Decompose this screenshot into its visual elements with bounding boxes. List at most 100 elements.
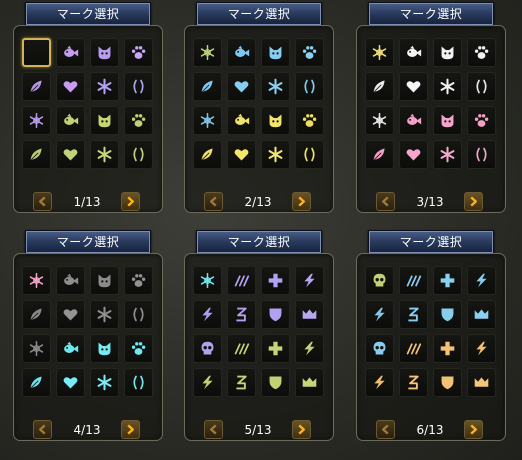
mark-cell[interactable] (227, 300, 256, 329)
mark-cell[interactable] (227, 38, 256, 67)
mark-cell[interactable] (261, 106, 290, 135)
mark-cell[interactable] (261, 368, 290, 397)
mark-cell[interactable] (433, 300, 462, 329)
mark-cell[interactable] (399, 140, 428, 169)
mark-cell[interactable] (433, 106, 462, 135)
mark-cell[interactable] (295, 300, 324, 329)
mark-cell[interactable] (227, 266, 256, 295)
mark-cell[interactable] (22, 266, 51, 295)
mark-cell[interactable] (22, 334, 51, 363)
mark-cell[interactable] (365, 140, 394, 169)
mark-cell[interactable] (124, 140, 153, 169)
prev-page-button[interactable] (33, 192, 52, 211)
mark-cell[interactable] (227, 140, 256, 169)
prev-page-button[interactable] (204, 192, 223, 211)
mark-cell[interactable] (365, 266, 394, 295)
mark-cell[interactable] (90, 38, 119, 67)
mark-cell[interactable] (124, 266, 153, 295)
mark-cell[interactable] (467, 334, 496, 363)
mark-cell[interactable] (193, 106, 222, 135)
next-page-button[interactable] (292, 192, 311, 211)
mark-cell[interactable] (22, 140, 51, 169)
mark-cell[interactable] (467, 38, 496, 67)
mark-cell[interactable] (193, 72, 222, 101)
next-page-button[interactable] (121, 192, 140, 211)
mark-cell[interactable] (467, 368, 496, 397)
mark-cell[interactable] (467, 140, 496, 169)
mark-cell[interactable] (399, 368, 428, 397)
mark-cell[interactable] (467, 300, 496, 329)
mark-cell[interactable] (193, 38, 222, 67)
mark-cell[interactable] (261, 140, 290, 169)
mark-cell[interactable] (295, 106, 324, 135)
mark-cell[interactable] (227, 368, 256, 397)
mark-cell[interactable] (56, 300, 85, 329)
mark-cell[interactable] (124, 106, 153, 135)
mark-cell[interactable] (193, 368, 222, 397)
mark-cell[interactable] (261, 266, 290, 295)
mark-cell[interactable] (365, 368, 394, 397)
prev-page-button[interactable] (33, 420, 52, 439)
mark-cell[interactable] (261, 334, 290, 363)
mark-cell[interactable] (124, 334, 153, 363)
mark-cell[interactable] (433, 140, 462, 169)
next-page-button[interactable] (121, 420, 140, 439)
mark-cell[interactable] (227, 72, 256, 101)
mark-cell[interactable] (433, 38, 462, 67)
mark-cell[interactable] (90, 266, 119, 295)
mark-cell[interactable] (365, 300, 394, 329)
mark-cell[interactable] (433, 72, 462, 101)
prev-page-button[interactable] (204, 420, 223, 439)
mark-cell[interactable] (433, 334, 462, 363)
next-page-button[interactable] (292, 420, 311, 439)
mark-cell[interactable] (124, 72, 153, 101)
mark-cell[interactable] (124, 368, 153, 397)
mark-cell[interactable] (193, 266, 222, 295)
mark-cell[interactable] (56, 334, 85, 363)
mark-cell[interactable] (90, 72, 119, 101)
mark-cell[interactable] (365, 38, 394, 67)
mark-cell[interactable] (399, 300, 428, 329)
mark-cell[interactable] (295, 72, 324, 101)
mark-cell[interactable] (56, 266, 85, 295)
mark-cell[interactable] (227, 334, 256, 363)
mark-cell[interactable] (22, 368, 51, 397)
mark-cell[interactable] (22, 300, 51, 329)
mark-cell[interactable] (56, 140, 85, 169)
mark-cell[interactable] (295, 140, 324, 169)
mark-cell[interactable] (22, 72, 51, 101)
mark-cell[interactable] (227, 106, 256, 135)
mark-cell[interactable] (467, 266, 496, 295)
mark-cell[interactable] (433, 368, 462, 397)
mark-cell[interactable] (90, 368, 119, 397)
mark-cell[interactable] (399, 72, 428, 101)
mark-cell[interactable] (399, 334, 428, 363)
mark-cell[interactable] (56, 368, 85, 397)
mark-cell[interactable] (56, 72, 85, 101)
mark-cell[interactable] (365, 106, 394, 135)
mark-cell[interactable] (467, 106, 496, 135)
mark-cell[interactable] (399, 106, 428, 135)
mark-cell[interactable] (124, 300, 153, 329)
mark-cell[interactable] (193, 300, 222, 329)
prev-page-button[interactable] (376, 420, 395, 439)
mark-cell[interactable] (295, 38, 324, 67)
mark-cell[interactable] (295, 266, 324, 295)
mark-cell[interactable] (56, 38, 85, 67)
mark-cell[interactable] (261, 38, 290, 67)
mark-cell[interactable] (22, 106, 51, 135)
mark-cell[interactable] (90, 334, 119, 363)
mark-cell[interactable] (295, 334, 324, 363)
mark-cell[interactable] (433, 266, 462, 295)
mark-cell[interactable] (56, 106, 85, 135)
mark-cell[interactable] (399, 38, 428, 67)
mark-cell[interactable] (193, 140, 222, 169)
mark-cell[interactable] (261, 300, 290, 329)
mark-cell[interactable] (261, 72, 290, 101)
mark-cell[interactable] (90, 140, 119, 169)
next-page-button[interactable] (464, 420, 483, 439)
mark-cell[interactable] (295, 368, 324, 397)
mark-cell[interactable] (365, 72, 394, 101)
mark-cell[interactable] (193, 334, 222, 363)
mark-cell-empty[interactable] (22, 38, 51, 67)
